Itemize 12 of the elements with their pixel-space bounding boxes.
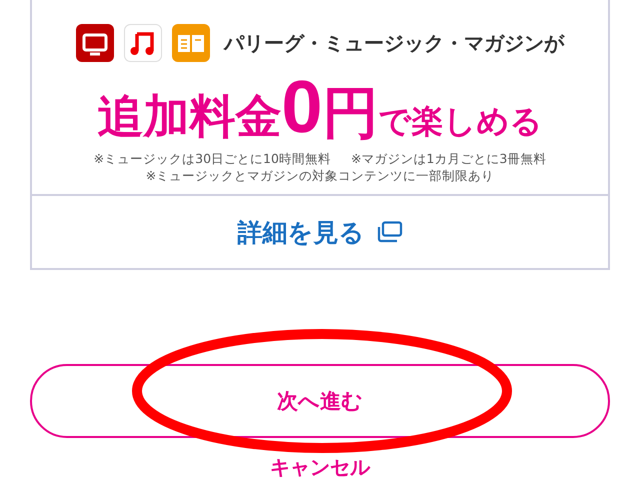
services-text: パリーグ・ミュージック・マガジンが	[224, 30, 564, 56]
footnote: ※ミュージックは30日ごとに10時間無料	[94, 150, 331, 167]
footnote: ※マガジンは1カ月ごとに3冊無料	[350, 150, 546, 167]
new-window-icon	[376, 221, 402, 243]
footnote: ※ミュージックとマガジンの対象コンテンツに一部制限あり	[146, 167, 494, 184]
music-app-icon	[124, 24, 162, 62]
tv-app-icon	[76, 24, 114, 62]
next-button[interactable]: 次へ進む	[30, 364, 610, 438]
details-link[interactable]: 詳細を見る	[238, 196, 402, 268]
headline: 追加料金0円で楽しめる	[97, 70, 543, 144]
book-app-icon	[172, 24, 210, 62]
cancel-link[interactable]: キャンセル	[270, 454, 370, 480]
